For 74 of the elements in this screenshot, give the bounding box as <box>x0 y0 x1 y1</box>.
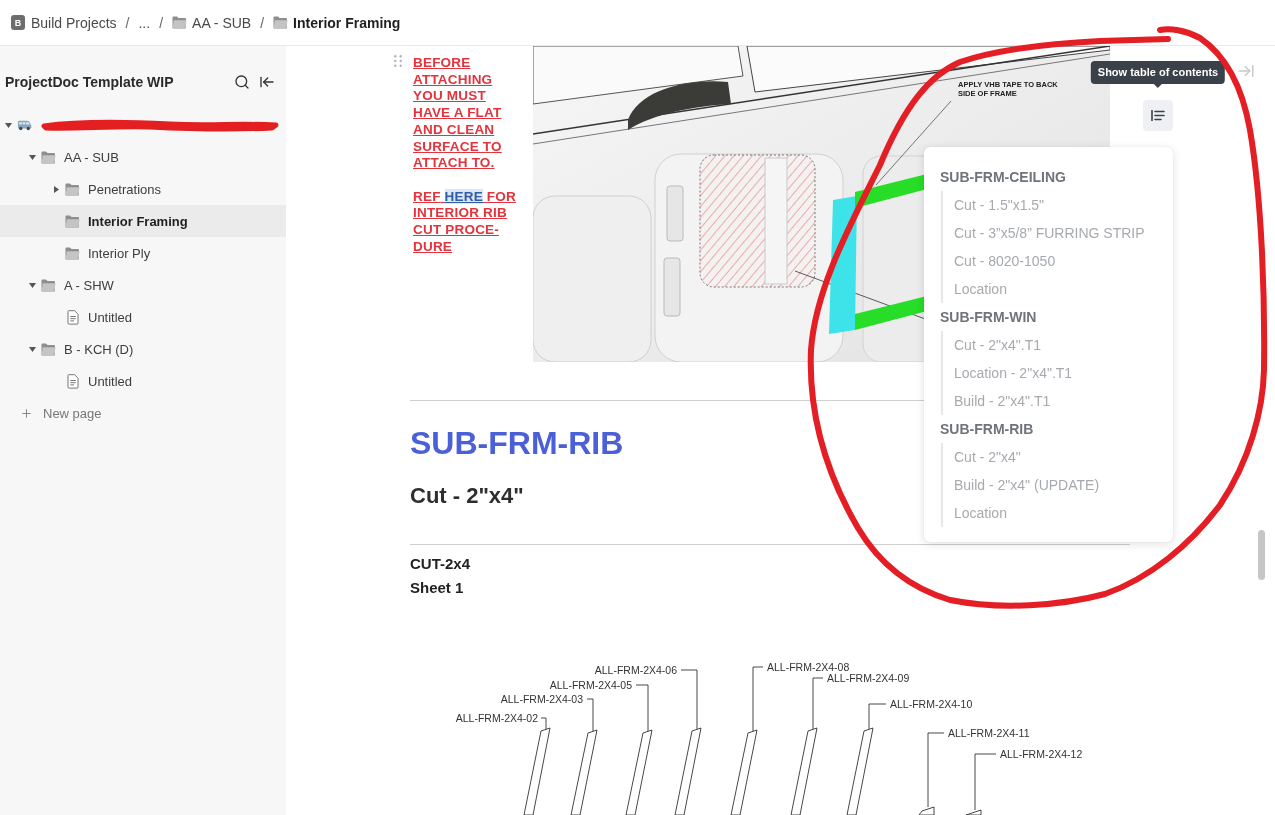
sheet-subtitle: Sheet 1 <box>410 578 464 598</box>
tree-item[interactable]: A - SHW <box>0 269 286 301</box>
folder-icon <box>65 182 80 196</box>
part-label: ALL-FRM-2X4-02 <box>455 711 538 724</box>
caret-down-icon[interactable] <box>28 346 36 352</box>
tree-item[interactable]: Penetrations <box>0 173 286 205</box>
leader-line <box>635 684 649 732</box>
workspace-badge: B <box>11 15 25 30</box>
list-icon <box>1151 110 1165 121</box>
toc-link[interactable]: Cut - 3”x5/8” FURRING STRIP <box>954 219 1157 247</box>
part-label: ALL-FRM-2X4-10 <box>890 697 973 710</box>
toc-link[interactable]: Cut - 8020-1050 <box>954 247 1157 275</box>
leader-line <box>752 666 764 732</box>
folder-icon <box>273 16 289 29</box>
leader-line <box>540 717 547 730</box>
breadcrumb-link[interactable]: Build Projects <box>31 14 117 31</box>
toc-section-link[interactable]: SUB-FRM-RIB <box>940 415 1157 443</box>
part-label: ALL-FRM-2X4-05 <box>549 678 632 691</box>
folder-icon <box>41 342 56 356</box>
folder-icon <box>41 278 56 292</box>
tree-item[interactable]: Untitled <box>0 301 286 333</box>
folder-icon <box>65 214 80 228</box>
sidebar-title: ProjectDoc Template WIP <box>5 74 175 90</box>
tree-item[interactable]: Interior Framing <box>0 205 286 237</box>
section-heading: SUB-FRM-RIB <box>410 424 624 463</box>
tree-item[interactable]: Interior Ply <box>0 237 286 269</box>
breadcrumb-separator: / <box>260 14 265 31</box>
breadcrumb-separator: / <box>125 14 130 31</box>
tree-item[interactable]: AA - SUB <box>0 141 286 173</box>
plus-icon <box>20 406 33 420</box>
part-label: ALL-FRM-2X4-09 <box>827 671 910 684</box>
table-of-contents-button[interactable] <box>1143 100 1173 131</box>
search-icon[interactable] <box>233 73 251 91</box>
tree-item[interactable]: B - KCH (D) <box>0 333 286 365</box>
wall-slot <box>663 257 681 317</box>
folder-icon <box>41 150 56 164</box>
leader-line <box>868 703 887 730</box>
drag-handle-icon[interactable] <box>394 55 402 67</box>
subsection-heading: Cut - 2"x4" <box>410 482 524 510</box>
reference-link[interactable]: HERE <box>444 188 483 204</box>
part-label: ALL-FRM-2X4-06 <box>594 663 677 676</box>
scrollbar-thumb[interactable] <box>1258 530 1265 580</box>
van-icon <box>17 119 32 131</box>
caret-down-icon[interactable] <box>28 154 36 160</box>
breadcrumb-separator: / <box>159 14 164 31</box>
caret-down-icon[interactable] <box>28 282 36 288</box>
new-page-button[interactable]: New page <box>0 397 286 429</box>
leader-line <box>680 669 698 730</box>
toc-link[interactable]: Location <box>954 275 1157 303</box>
part-label: ALL-FRM-2X4-11 <box>948 726 1030 739</box>
folder-icon <box>172 16 188 29</box>
toc-link[interactable]: Build - 2"x4" (UPDATE) <box>954 471 1157 499</box>
part-label: ALL-FRM-2X4-08 <box>767 660 850 673</box>
document-icon <box>66 373 79 389</box>
wall-slot <box>666 185 684 242</box>
caret-down-icon[interactable] <box>4 122 12 128</box>
breadcrumb-link[interactable]: AA - SUB <box>172 14 252 31</box>
leader-line <box>586 698 594 732</box>
warning-note: BEFORE ATTACHING YOU MUST HAVE A FLAT AND CLEAN SURFACE TO ATTACH TO. <box>413 55 502 172</box>
part-label: ALL-FRM-2X4-03 <box>500 692 583 705</box>
folder-icon <box>65 246 80 260</box>
breadcrumb-link[interactable]: Interior Framing <box>273 14 401 31</box>
leader-line <box>812 677 824 730</box>
caret-right-icon[interactable] <box>53 185 59 193</box>
sheet-title: CUT-2x4 <box>410 554 471 574</box>
toc-link[interactable]: Location <box>954 499 1157 527</box>
toc-section-link[interactable]: SUB-FRM-WIN <box>940 303 1157 331</box>
leader-line <box>974 753 997 811</box>
tree-item[interactable]: Untitled <box>0 365 286 397</box>
toc-section-link[interactable]: SUB-FRM-CEILING <box>940 163 1157 191</box>
document-icon <box>66 309 79 325</box>
part-label: ALL-FRM-2X4-12 <box>1000 747 1083 760</box>
breadcrumb-link[interactable]: ... <box>138 14 151 31</box>
reference-note: REF HERE FOR INTERIOR RIB CUT PROCE- DURE <box>413 188 516 256</box>
